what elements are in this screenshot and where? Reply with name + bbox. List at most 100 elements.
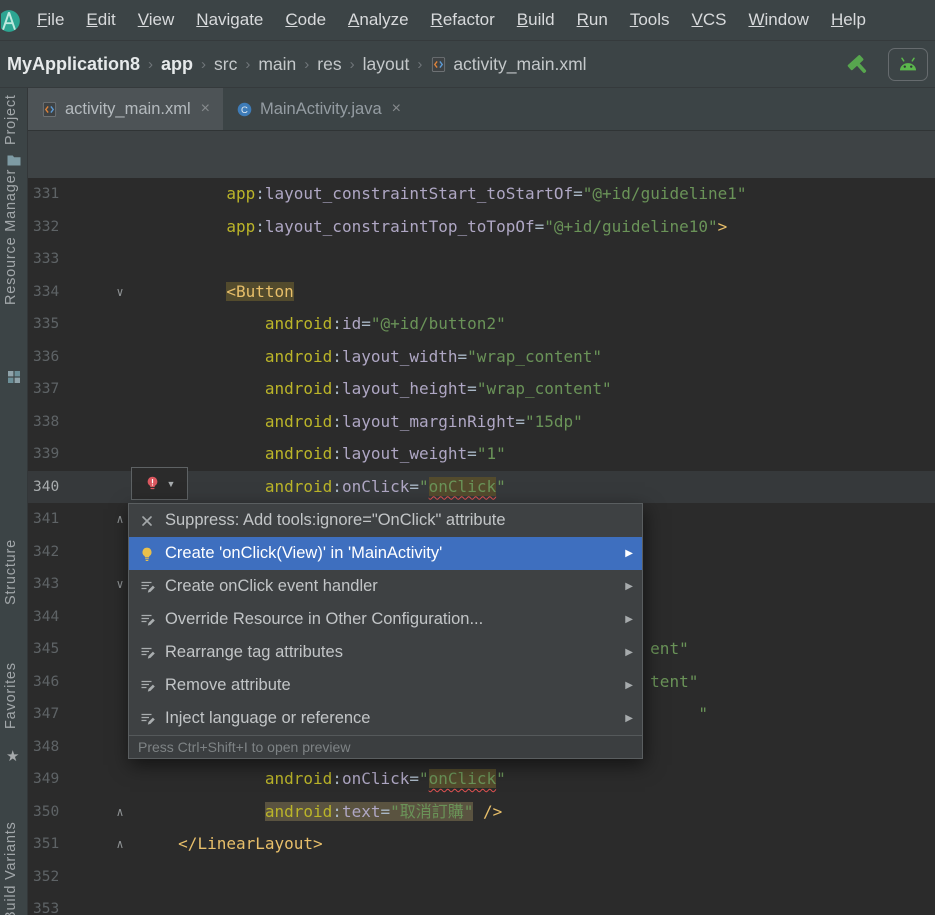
device-manager-button[interactable] (888, 47, 928, 81)
popup-item-0[interactable]: Suppress: Add tools:ignore="OnClick" att… (129, 504, 642, 537)
submenu-arrow-icon: ▶ (625, 647, 633, 658)
code-line-338[interactable]: 338 android:layout_marginRight="15dp" (28, 406, 935, 439)
chevron-separator-icon: › (148, 55, 154, 73)
popup-item-label: Remove attribute (165, 676, 291, 694)
code-line-333[interactable]: 333 (28, 243, 935, 276)
submenu-arrow-icon: ▶ (625, 713, 633, 724)
breadcrumb-file[interactable]: activity_main.xml (430, 54, 587, 75)
code-line-332[interactable]: 332 app:layout_constraintTop_toTopOf="@+… (28, 211, 935, 244)
menu-item-analyze[interactable]: Analyze (337, 0, 419, 40)
tool-strip-resource-manager[interactable]: Resource Manager (3, 168, 25, 306)
code-line-337[interactable]: 337 android:layout_height="wrap_content" (28, 373, 935, 406)
editor-tabs: activity_main.xml × C MainActivity.java × (28, 88, 935, 131)
popup-item-6[interactable]: Inject language or reference ▶ (129, 702, 642, 735)
menu-item-help[interactable]: Help (820, 0, 877, 40)
resource-manager-icon[interactable] (6, 369, 22, 385)
popup-item-5[interactable]: Remove attribute ▶ (129, 669, 642, 702)
chevron-down-icon: ▼ (166, 478, 176, 489)
code-line-353[interactable]: 353 (28, 893, 935, 915)
popup-footer-hint: Press Ctrl+Shift+I to open preview (129, 735, 642, 758)
close-icon[interactable]: × (392, 100, 401, 118)
popup-item-label: Create onClick event handler (165, 577, 378, 595)
menu-item-run[interactable]: Run (566, 0, 619, 40)
fold-up-icon[interactable]: ∧ (112, 796, 128, 829)
popup-item-4[interactable]: Rearrange tag attributes ▶ (129, 636, 642, 669)
line-number: 336 (33, 348, 60, 365)
code-line-331[interactable]: 331 app:layout_constraintStart_toStartOf… (28, 178, 935, 211)
fold-down-icon[interactable]: ∨ (112, 276, 128, 309)
fold-up-icon[interactable]: ∧ (112, 828, 128, 861)
code-text: android:layout_marginRight="15dp" (264, 411, 583, 431)
menu-item-file[interactable]: File (26, 0, 75, 40)
xml-file-icon (430, 56, 447, 73)
code-line-334[interactable]: 334 ∨ <Button (28, 276, 935, 309)
menu-item-tools[interactable]: Tools (619, 0, 681, 40)
app-logo-icon[interactable] (1, 8, 20, 34)
code-line-339[interactable]: 339 android:layout_weight="1" (28, 438, 935, 471)
breadcrumb-item-res[interactable]: res (317, 54, 341, 75)
code-text: android:onClick="onClick" (264, 769, 506, 788)
menu-bar: File Edit View Navigate Code Analyze Refactor B… (0, 0, 935, 41)
line-number: 338 (33, 413, 60, 430)
close-icon[interactable]: × (201, 100, 210, 118)
tool-strip-structure[interactable]: Structure (3, 536, 25, 608)
menu-item-code[interactable]: Code (274, 0, 337, 40)
popup-item-1[interactable]: Create 'onClick(View)' in 'MainActivity'… (129, 537, 642, 570)
menu-item-vcs[interactable]: VCS (681, 0, 738, 40)
editor-area: activity_main.xml × C MainActivity.java × 33… (28, 88, 935, 915)
code-line-335[interactable]: 335 android:id="@+id/button2" (28, 308, 935, 341)
build-hammer-icon[interactable] (845, 51, 872, 78)
popup-item-3[interactable]: Override Resource in Other Configuration… (129, 603, 642, 636)
line-number: 334 (33, 283, 60, 300)
favorites-star-icon[interactable]: ★ (6, 749, 22, 765)
breadcrumb-item-src[interactable]: src (214, 54, 237, 75)
breadcrumb-item-layout[interactable]: layout (363, 54, 410, 75)
breadcrumb-item-main[interactable]: main (258, 54, 296, 75)
line-number: 333 (33, 251, 60, 267)
popup-item-label: Override Resource in Other Configuration… (165, 610, 484, 628)
submenu-arrow-icon: ▶ (625, 680, 633, 691)
intention-actions-popup: Suppress: Add tools:ignore="OnClick" att… (128, 503, 643, 759)
menu-item-refactor[interactable]: Refactor (420, 0, 506, 40)
error-bulb-icon (144, 475, 161, 492)
svg-text:C: C (241, 105, 248, 116)
popup-item-label: Suppress: Add tools:ignore="OnClick" att… (165, 511, 506, 529)
fold-down-icon[interactable]: ∨ (112, 568, 128, 601)
breadcrumb-item-myapplication8[interactable]: MyApplication8 (7, 54, 140, 75)
tab-activity_main-xml[interactable]: activity_main.xml × (28, 88, 223, 130)
menu-item-build[interactable]: Build (506, 0, 566, 40)
menu-item-navigate[interactable]: Navigate (185, 0, 274, 40)
intention-icon (138, 677, 156, 695)
code-line-351[interactable]: 351 ∧ </LinearLayout> (28, 828, 935, 861)
nav-actions (845, 47, 930, 81)
code-text: app:layout_constraintTop_toTopOf="@+id/g… (226, 216, 728, 236)
code-line-349[interactable]: 349 android:onClick="onClick" (28, 763, 935, 796)
suppress-x-icon (138, 512, 156, 530)
menu-item-window[interactable]: Window (737, 0, 819, 40)
tool-strip-build-variants[interactable]: Build Variants (3, 816, 25, 915)
code-line-336[interactable]: 336 android:layout_width="wrap_content" (28, 341, 935, 374)
tab-mainactivity-java[interactable]: C MainActivity.java × (223, 88, 414, 130)
tool-strip-favorites[interactable]: Favorites (3, 646, 25, 746)
submenu-arrow-icon: ▶ (625, 581, 633, 592)
intention-bulb-widget[interactable]: ▼ (131, 467, 188, 500)
line-number: 332 (33, 218, 60, 235)
android-device-icon (896, 57, 920, 72)
menu-item-edit[interactable]: Edit (75, 0, 126, 40)
code-text: android:layout_weight="1" (264, 444, 506, 463)
line-number: 345 (33, 641, 60, 657)
chevron-separator-icon: › (245, 55, 251, 73)
popup-item-label: Inject language or reference (165, 709, 371, 727)
code-line-350[interactable]: 350 ∧ android:text="取消訂購" /> (28, 796, 935, 829)
tool-strip-project[interactable]: Project (3, 88, 25, 152)
popup-item-2[interactable]: Create onClick event handler ▶ (129, 570, 642, 603)
code-line-352[interactable]: 352 (28, 861, 935, 894)
project-folder-icon[interactable] (6, 152, 22, 168)
line-number: 331 (33, 186, 60, 202)
tab-label: activity_main.xml (65, 99, 191, 118)
intention-icon (138, 644, 156, 662)
menu-item-view[interactable]: View (127, 0, 186, 40)
breadcrumb-item-app[interactable]: app (161, 54, 193, 75)
fold-up-icon[interactable]: ∧ (112, 503, 128, 536)
line-number: 344 (33, 608, 60, 625)
